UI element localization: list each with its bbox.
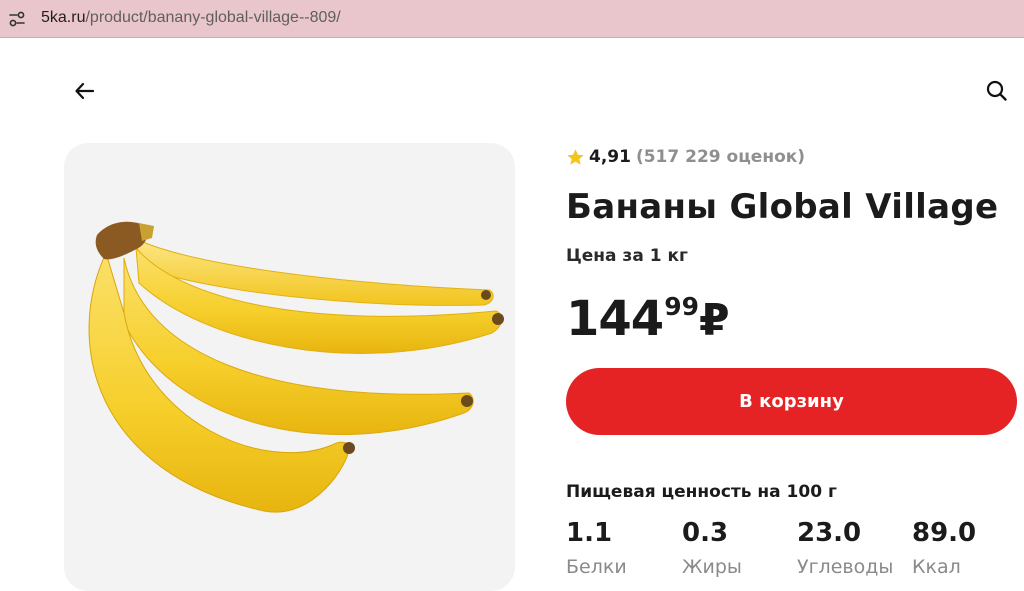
nutrition-value: 0.3 <box>682 518 729 548</box>
nutrition-title: Пищевая ценность на 100 г <box>566 482 837 502</box>
nutrition-label: Жиры <box>682 556 742 578</box>
nutrition-value: 23.0 <box>797 518 862 548</box>
nutrition-fat: 0.3 Жиры <box>682 516 742 580</box>
arrow-left-icon[interactable] <box>72 78 98 104</box>
product-price: 14499₽ <box>566 289 730 349</box>
price-kopecks: 99 <box>664 292 699 321</box>
rating-count[interactable]: (517 229 оценок) <box>636 147 805 167</box>
nutrition-carbs: 23.0 Углеводы <box>797 516 893 580</box>
site-settings-icon[interactable] <box>4 6 30 32</box>
nutrition-value: 1.1 <box>566 518 613 548</box>
price-unit-label: Цена за 1 кг <box>566 246 688 266</box>
nutrition-label: Углеводы <box>797 556 894 578</box>
nutrition-kcal: 89.0 Ккал <box>912 516 976 580</box>
url-field[interactable]: 5ka.ru/product/banany-global-village--80… <box>41 7 341 29</box>
nutrition-protein: 1.1 Белки <box>566 516 627 580</box>
nutrition-label: Ккал <box>912 556 961 578</box>
bananas-image <box>88 221 504 513</box>
product-image <box>64 143 515 591</box>
browser-address-bar: 5ka.ru/product/banany-global-village--80… <box>0 0 1024 38</box>
price-rubles: 144 <box>566 291 664 347</box>
nutrition-value: 89.0 <box>912 518 977 548</box>
url-host: 5ka.ru <box>41 9 86 26</box>
rating-value: 4,91 <box>589 147 631 167</box>
star-icon <box>567 148 584 165</box>
product-title: Бананы Global Village <box>566 187 999 227</box>
currency-symbol: ₽ <box>699 295 730 346</box>
add-to-cart-button[interactable]: В корзину <box>566 368 1017 435</box>
url-path: /product/banany-global-village--809/ <box>85 9 341 26</box>
search-icon[interactable] <box>984 78 1010 104</box>
rating: 4,91 (517 229 оценок) <box>566 145 805 169</box>
nutrition-label: Белки <box>566 556 627 578</box>
